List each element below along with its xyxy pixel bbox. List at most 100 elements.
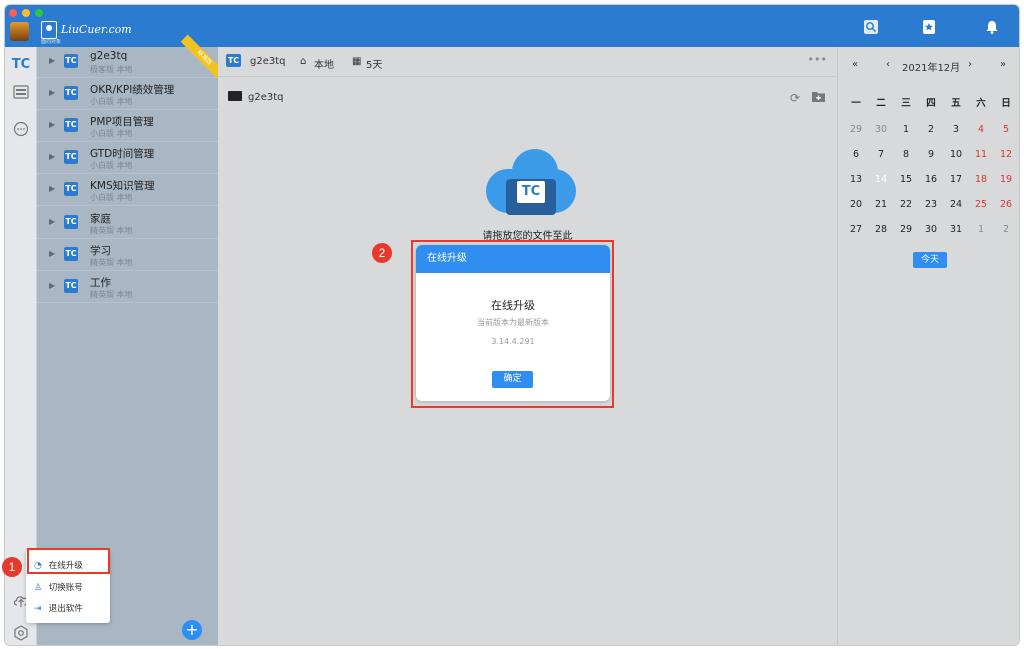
calendar-day[interactable]: 12 — [994, 146, 1018, 164]
expand-arrow-icon[interactable]: ▶ — [49, 120, 55, 129]
expand-arrow-icon[interactable]: ▶ — [49, 217, 55, 226]
calendar-day[interactable]: 30 — [919, 221, 943, 239]
calendar-day[interactable]: 24 — [944, 196, 968, 214]
expand-arrow-icon[interactable]: ▶ — [49, 184, 55, 193]
settings-gear-icon[interactable] — [11, 625, 31, 645]
user-switch-icon: ♙ — [34, 583, 43, 593]
calendar-day[interactable]: 5 — [994, 121, 1018, 139]
calendar-day-today[interactable]: 14 — [869, 168, 893, 192]
more-options-button[interactable]: ••• — [808, 53, 827, 66]
calendar-day[interactable]: 16 — [919, 171, 943, 189]
menu-item-switch-account[interactable]: ♙ 切换账号 — [34, 580, 83, 596]
calendar-day[interactable]: 2 — [919, 121, 943, 139]
project-meta: 极客版 本地 — [90, 65, 133, 74]
calendar-next-button[interactable]: › — [968, 59, 972, 70]
menu-item-label: 切换账号 — [48, 583, 83, 593]
calendar-day[interactable]: 15 — [894, 171, 918, 189]
calendar-day[interactable]: 1 — [969, 221, 993, 239]
project-icon: TC — [64, 150, 78, 164]
expand-arrow-icon[interactable]: ▶ — [49, 88, 55, 97]
calendar-day[interactable]: 21 — [869, 196, 893, 214]
search-icon[interactable] — [862, 19, 880, 37]
calendar-day[interactable]: 13 — [844, 171, 868, 189]
calendar-first-button[interactable]: « — [852, 59, 858, 70]
project-icon: TC — [64, 54, 78, 68]
expand-arrow-icon[interactable]: ▶ — [49, 249, 55, 258]
add-project-button[interactable]: + — [182, 620, 202, 640]
calendar-day[interactable]: 29 — [894, 221, 918, 239]
calendar-icon: ▦ — [352, 56, 362, 67]
header-project-name[interactable]: g2e3tq — [250, 56, 286, 67]
title-bar: 面向对象 LiuCuer.com — [5, 5, 1019, 47]
calendar-day[interactable]: 28 — [869, 221, 893, 239]
calendar-day[interactable]: 30 — [869, 121, 893, 139]
project-item[interactable]: ▶ TC 家庭 精英版 本地 — [37, 208, 218, 239]
folder-row[interactable]: g2e3tq — [228, 91, 284, 103]
new-folder-icon[interactable] — [812, 91, 825, 105]
project-item[interactable]: ▶ TC KMS知识管理 小白版 本地 — [37, 175, 218, 206]
projects-icon[interactable]: TC — [11, 55, 31, 75]
calendar-day[interactable]: 31 — [944, 221, 968, 239]
project-name: g2e3tq — [90, 50, 128, 62]
calendar-day[interactable]: 25 — [969, 196, 993, 214]
project-name: OKR/KPI绩效管理 — [90, 84, 175, 96]
project-item[interactable]: ▶ TC g2e3tq 极客版 本地 标准版 — [37, 34, 228, 82]
calendar-day[interactable]: 26 — [994, 196, 1018, 214]
expand-arrow-icon[interactable]: ▶ — [49, 281, 55, 290]
refresh-icon[interactable]: ⟳ — [790, 91, 800, 105]
weekday-label: 一 — [851, 98, 861, 109]
minimize-window-button[interactable] — [22, 9, 30, 17]
calendar-day[interactable]: 1 — [894, 121, 918, 139]
bookmark-icon[interactable] — [920, 19, 938, 37]
header-days[interactable]: 5天 — [366, 56, 382, 71]
project-icon: TC — [64, 279, 78, 293]
project-meta: 精英版 本地 — [90, 290, 133, 299]
project-name: 学习 — [90, 245, 111, 257]
project-item[interactable]: ▶ TC 学习 精英版 本地 — [37, 240, 218, 271]
weekday-label: 五 — [951, 98, 961, 109]
calendar-day[interactable]: 9 — [919, 146, 943, 164]
project-item[interactable]: ▶ TC PMP项目管理 小白版 本地 — [37, 111, 218, 142]
calendar-day[interactable]: 22 — [894, 196, 918, 214]
project-item[interactable]: ▶ TC 工作 精英版 本地 — [37, 272, 218, 303]
project-meta: 小白版 本地 — [90, 129, 133, 138]
calendar-day[interactable]: 18 — [969, 171, 993, 189]
calendar-day[interactable]: 11 — [969, 146, 993, 164]
today-button[interactable]: 今天 — [913, 252, 947, 268]
close-window-button[interactable] — [9, 9, 17, 17]
cloud-drive-icon: TC — [486, 147, 576, 217]
calendar-day[interactable]: 6 — [844, 146, 868, 164]
keyboard-icon[interactable] — [11, 85, 31, 105]
calendar-day[interactable]: 4 — [969, 121, 993, 139]
calendar-day[interactable]: 20 — [844, 196, 868, 214]
project-item[interactable]: ▶ TC OKR/KPI绩效管理 小白版 本地 — [37, 79, 218, 110]
chat-icon[interactable] — [11, 121, 31, 141]
home-icon: ⌂ — [300, 56, 307, 67]
calendar-day[interactable]: 2 — [994, 221, 1018, 239]
calendar-day[interactable]: 19 — [994, 171, 1018, 189]
project-icon: TC — [64, 247, 78, 261]
expand-arrow-icon[interactable]: ▶ — [49, 56, 55, 65]
calendar-day[interactable]: 29 — [844, 121, 868, 139]
project-meta: 小白版 本地 — [90, 161, 133, 170]
expand-arrow-icon[interactable]: ▶ — [49, 152, 55, 161]
calendar-prev-button[interactable]: ‹ — [886, 59, 890, 70]
calendar-last-button[interactable]: » — [1000, 59, 1006, 70]
project-meta: 小白版 本地 — [90, 193, 133, 202]
bell-icon[interactable] — [983, 19, 1001, 37]
calendar-day[interactable]: 7 — [869, 146, 893, 164]
calendar-day[interactable]: 23 — [919, 196, 943, 214]
calendar-month-label[interactable]: 2021年12月 — [902, 59, 960, 74]
calendar-day[interactable]: 10 — [944, 146, 968, 164]
calendar-day[interactable]: 8 — [894, 146, 918, 164]
calendar-day[interactable]: 27 — [844, 221, 868, 239]
project-icon: TC — [64, 182, 78, 196]
calendar-day[interactable]: 3 — [944, 121, 968, 139]
header-storage[interactable]: 本地 — [314, 56, 334, 71]
project-item[interactable]: ▶ TC GTD时间管理 小白版 本地 — [37, 143, 218, 174]
annotation-badge-1: 1 — [2, 557, 22, 577]
highlight-box-dialog — [411, 240, 614, 408]
calendar-day[interactable]: 17 — [944, 171, 968, 189]
zoom-window-button[interactable] — [35, 9, 43, 17]
menu-item-exit[interactable]: ⇥ 退出软件 — [34, 601, 83, 617]
